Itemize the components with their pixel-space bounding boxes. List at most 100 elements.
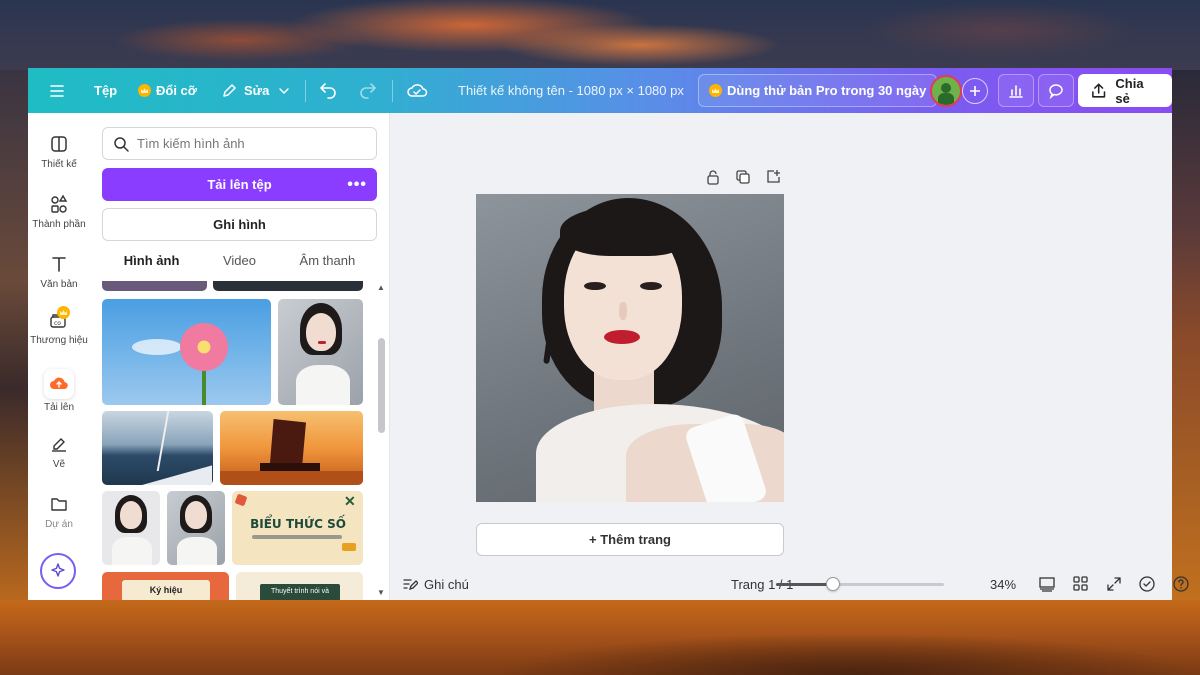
upload-cloud-icon (50, 377, 68, 390)
folder-icon (51, 498, 67, 511)
sidebar-item-label: Dự án (45, 519, 73, 530)
search-input[interactable] (137, 136, 357, 151)
panel-scrollbar[interactable]: ▲ ▼ (376, 283, 386, 600)
design-title[interactable]: Thiết kế không tên - 1080 px × 1080 px (458, 68, 684, 113)
redo-button[interactable] (358, 68, 378, 113)
sidebar-item-label: Vẽ (52, 459, 66, 470)
comment-icon (1049, 83, 1063, 99)
sidebar-item-text[interactable]: Văn bản (28, 253, 90, 290)
zoom-slider-knob[interactable] (826, 577, 841, 591)
top-toolbar: Tệp Đổi cỡ Sửa Thiết kế không tên - 1080… (28, 68, 1172, 113)
fullscreen-icon (1107, 577, 1121, 591)
toolbar-divider (392, 80, 393, 102)
sidebar-item-projects[interactable]: Dự án (28, 493, 90, 530)
pro-trial-button[interactable]: Dùng thử bản Pro trong 30 ngày (698, 74, 938, 107)
notes-button[interactable]: Ghi chú (402, 568, 469, 600)
crown-icon (138, 84, 151, 97)
uploaded-image-template-bieu-thuc-so[interactable]: ✕ BIỂU THỨC SỐ (232, 491, 363, 565)
search-icon (114, 136, 129, 152)
invite-button[interactable] (962, 68, 988, 113)
pencil-icon (223, 83, 236, 97)
add-page-button[interactable]: + Thêm trang (476, 523, 784, 556)
record-button[interactable]: Ghi hình (102, 208, 377, 241)
desktop-background-right (1172, 70, 1200, 600)
grid-view-button[interactable] (1072, 568, 1090, 600)
fullscreen-button[interactable] (1105, 568, 1123, 600)
crown-icon (57, 306, 70, 319)
design-title-text: Thiết kế không tên - 1080 px × 1080 px (458, 83, 684, 98)
page-view-button[interactable] (1038, 568, 1056, 600)
tab-images[interactable]: Hình ảnh (124, 253, 180, 277)
zoom-slider[interactable] (776, 577, 944, 591)
more-options-icon[interactable]: ••• (347, 176, 367, 194)
design-page-portrait-photo[interactable] (476, 194, 784, 502)
desktop-dunes (0, 600, 1200, 675)
canvas-area: + Thêm trang (390, 113, 1172, 556)
edit-label: Sửa (244, 83, 270, 98)
upload-files-label: Tải lên tệp (207, 177, 272, 192)
tab-video[interactable]: Video (223, 253, 256, 277)
uploaded-image-portrait[interactable] (102, 491, 160, 565)
uploaded-image-portrait[interactable] (167, 491, 225, 565)
uploaded-image-template-green[interactable]: Thuyết trình nói và (236, 572, 363, 600)
bottom-bar: Ghi chú Trang 1 / 1 34% (390, 568, 1189, 600)
sidebar-item-label: Thành phần (32, 219, 86, 230)
user-avatar[interactable] (930, 68, 962, 113)
zoom-slider-fill (776, 583, 834, 586)
svg-text:co: co (54, 320, 61, 327)
hamburger-icon[interactable] (48, 68, 66, 113)
resize-button[interactable]: Đổi cỡ (138, 68, 197, 113)
scroll-up-icon[interactable]: ▲ (377, 283, 385, 292)
sidebar-item-design[interactable]: Thiết kế (28, 133, 90, 170)
undo-icon (320, 82, 336, 99)
share-button[interactable]: Chia sẻ (1078, 74, 1172, 107)
uploaded-image-template-orange[interactable]: Ký hiệu (102, 572, 229, 600)
sidebar-item-brand[interactable]: co Thương hiệu (28, 306, 90, 346)
cloud-check-icon (407, 83, 428, 97)
grid-view-icon (1073, 576, 1088, 591)
notes-label: Ghi chú (424, 576, 469, 592)
zoom-level[interactable]: 34% (990, 568, 1016, 600)
elements-icon (51, 194, 68, 213)
upload-files-button[interactable]: Tải lên tệp ••• (102, 168, 377, 201)
scroll-down-icon[interactable]: ▼ (377, 588, 385, 597)
add-page-icon[interactable] (765, 169, 781, 185)
sidebar-item-label: Văn bản (40, 279, 78, 290)
desktop-sky (0, 0, 1200, 70)
add-page-label: + Thêm trang (589, 532, 671, 547)
template-title: BIỂU THỨC SỐ (250, 517, 346, 531)
resize-label: Đổi cỡ (156, 83, 198, 98)
comments-button[interactable] (1038, 74, 1074, 107)
edit-menu[interactable]: Sửa (220, 68, 291, 113)
undo-button[interactable] (318, 68, 338, 113)
lock-icon[interactable] (705, 169, 721, 185)
sidebar-item-draw[interactable]: Vẽ (28, 433, 90, 470)
uploaded-image-junk-boat[interactable] (220, 411, 363, 485)
magic-assistant-button[interactable] (40, 553, 76, 589)
save-status-button[interactable] (406, 68, 428, 113)
scrollbar-thumb[interactable] (378, 338, 385, 433)
file-menu[interactable]: Tệp (94, 68, 117, 113)
help-button[interactable] (1172, 568, 1190, 600)
text-icon (52, 257, 66, 272)
draw-icon (52, 438, 66, 452)
tab-audio[interactable]: Âm thanh (300, 253, 356, 277)
media-tabs: Hình ảnh Video Âm thanh (102, 253, 377, 277)
check-circle-icon (1139, 576, 1155, 592)
zoom-level-text: 34% (990, 576, 1017, 592)
uploaded-image-flower[interactable] (102, 299, 271, 405)
sidebar-item-uploads[interactable]: Tải lên (28, 369, 90, 413)
plus-icon (970, 85, 980, 96)
help-icon (1173, 576, 1189, 592)
insights-button[interactable] (998, 74, 1034, 107)
sidebar-item-elements[interactable]: Thành phần (28, 193, 90, 230)
uploaded-image-thumbnail[interactable] (213, 281, 363, 291)
duplicate-page-icon[interactable] (735, 169, 751, 185)
check-button[interactable] (1138, 568, 1156, 600)
canva-editor-window: Tệp Đổi cỡ Sửa Thiết kế không tên - 1080… (28, 68, 1189, 600)
uploaded-image-sailboat[interactable] (102, 411, 213, 485)
pro-trial-label: Dùng thử bản Pro trong 30 ngày (727, 83, 927, 98)
uploaded-image-thumbnail[interactable] (102, 281, 207, 291)
uploaded-image-portrait[interactable] (278, 299, 363, 405)
crown-icon (709, 84, 722, 97)
